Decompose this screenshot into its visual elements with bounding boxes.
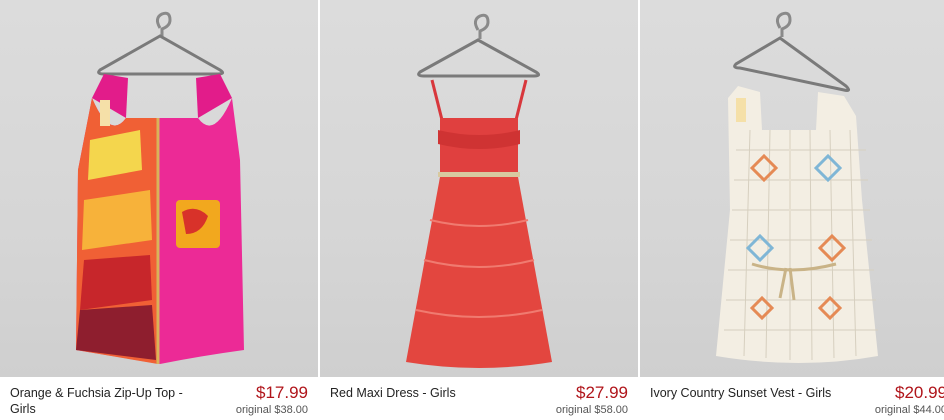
product-info: Orange & Fuchsia Zip-Up Top - Girls $17.… bbox=[0, 377, 318, 420]
product-name[interactable]: Orange & Fuchsia Zip-Up Top - Girls bbox=[10, 385, 200, 417]
product-name[interactable]: Red Maxi Dress - Girls bbox=[330, 385, 520, 401]
product-grid: Orange & Fuchsia Zip-Up Top - Girls $17.… bbox=[0, 0, 944, 420]
original-price: original $58.00 bbox=[555, 404, 628, 416]
product-info: Ivory Country Sunset Vest - Girls $20.99… bbox=[640, 377, 944, 420]
product-card[interactable]: Orange & Fuchsia Zip-Up Top - Girls $17.… bbox=[0, 0, 318, 420]
hanger-icon bbox=[417, 13, 541, 78]
hanger-icon bbox=[733, 11, 851, 92]
product-card[interactable]: Ivory Country Sunset Vest - Girls $20.99… bbox=[640, 0, 944, 420]
product-image[interactable] bbox=[0, 0, 318, 377]
product-card[interactable]: Red Maxi Dress - Girls $27.99 original $… bbox=[320, 0, 638, 420]
product-image[interactable] bbox=[320, 0, 638, 377]
product-info: Red Maxi Dress - Girls $27.99 original $… bbox=[320, 377, 638, 420]
sale-price: $17.99 bbox=[256, 383, 308, 402]
original-price: original $38.00 bbox=[235, 404, 308, 416]
product-image[interactable] bbox=[640, 0, 944, 377]
original-price: original $44.00 bbox=[874, 404, 944, 416]
hanger-icon bbox=[97, 11, 225, 76]
sale-price: $27.99 bbox=[576, 383, 628, 402]
sale-price: $20.99 bbox=[895, 383, 944, 402]
product-name[interactable]: Ivory Country Sunset Vest - Girls bbox=[650, 385, 840, 401]
